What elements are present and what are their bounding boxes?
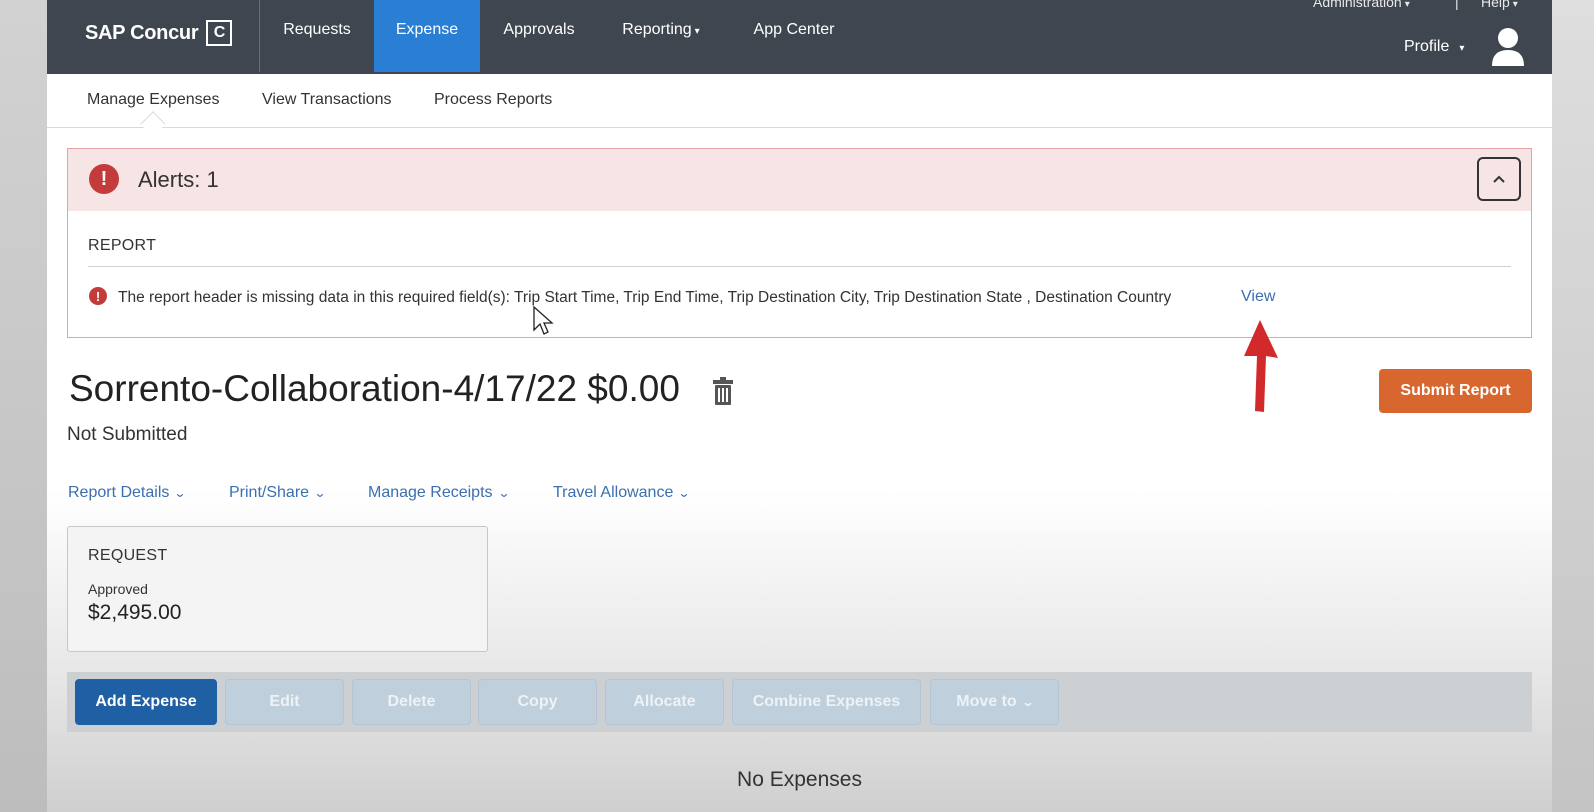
alert-section-label: REPORT bbox=[88, 237, 157, 254]
active-tab-pointer bbox=[140, 111, 166, 137]
chevron-down-icon: ⌄ bbox=[173, 486, 187, 500]
delete-button[interactable]: Delete bbox=[352, 679, 471, 725]
request-card-amount: $2,495.00 bbox=[88, 601, 182, 624]
alert-view-link[interactable]: View bbox=[1241, 288, 1275, 306]
sub-navbar: Manage Expenses View Transactions Proces… bbox=[47, 74, 1552, 137]
nav-requests[interactable]: Requests bbox=[273, 0, 361, 72]
expense-toolbar: Add Expense Edit Delete Copy Allocate Co… bbox=[67, 672, 1532, 732]
chevron-down-icon: ⌄ bbox=[1021, 695, 1035, 709]
left-background bbox=[0, 0, 47, 812]
nav-app-center-label: App Center bbox=[753, 21, 835, 38]
caret-down-icon: ▾ bbox=[1512, 0, 1518, 10]
administration-label: Administration bbox=[1313, 0, 1402, 10]
administration-menu[interactable]: Administration ▾ bbox=[1313, 0, 1410, 10]
combine-expenses-button[interactable]: Combine Expenses bbox=[732, 679, 921, 725]
alert-icon: ! bbox=[89, 164, 119, 194]
request-card-status: Approved bbox=[88, 581, 148, 597]
empty-state-message: No Expenses bbox=[737, 768, 862, 791]
move-to-button[interactable]: Move to ⌄ bbox=[930, 679, 1059, 725]
request-card[interactable]: REQUEST Approved $2,495.00 bbox=[67, 526, 488, 652]
report-details-label: Report Details bbox=[68, 484, 170, 501]
avatar-icon[interactable] bbox=[1490, 26, 1526, 68]
app-window: SAP Concur C Requests Expense Approvals … bbox=[47, 0, 1552, 812]
caret-down-icon: ▾ bbox=[1404, 0, 1410, 10]
nav-reporting[interactable]: Reporting ▾ bbox=[615, 0, 707, 72]
travel-allowance-menu[interactable]: Travel Allowance ⌄ bbox=[553, 484, 691, 502]
edit-button[interactable]: Edit bbox=[225, 679, 344, 725]
alert-title: Alerts: 1 bbox=[138, 167, 219, 192]
trash-icon[interactable] bbox=[713, 376, 733, 406]
profile-label: Profile bbox=[1404, 38, 1450, 55]
alert-panel: ! Alerts: 1 REPORT ! The report header i… bbox=[67, 148, 1532, 338]
nav-separator: | bbox=[1455, 0, 1459, 10]
copy-button[interactable]: Copy bbox=[478, 679, 597, 725]
print-share-label: Print/Share bbox=[229, 484, 310, 501]
travel-allowance-label: Travel Allowance bbox=[553, 484, 674, 501]
chevron-down-icon: ⌄ bbox=[313, 486, 327, 500]
report-status: Not Submitted bbox=[67, 424, 188, 445]
print-share-menu[interactable]: Print/Share ⌄ bbox=[229, 484, 327, 502]
submit-report-button[interactable]: Submit Report bbox=[1379, 369, 1532, 413]
subnav-process-reports[interactable]: Process Reports bbox=[434, 91, 552, 109]
nav-approvals[interactable]: Approvals bbox=[497, 0, 581, 72]
report-title: Sorrento-Collaboration-4/17/22 $0.00 bbox=[69, 368, 680, 409]
add-expense-button[interactable]: Add Expense bbox=[75, 679, 217, 725]
top-navbar: SAP Concur C Requests Expense Approvals … bbox=[47, 0, 1552, 74]
request-card-title: REQUEST bbox=[88, 547, 168, 564]
subnav-manage-expenses[interactable]: Manage Expenses bbox=[87, 91, 220, 109]
chevron-up-icon bbox=[1493, 175, 1505, 183]
chevron-down-icon: ⌄ bbox=[677, 486, 691, 500]
alert-divider bbox=[88, 266, 1511, 267]
nav-requests-label: Requests bbox=[283, 21, 351, 38]
red-arrow-annotation bbox=[1244, 320, 1278, 412]
allocate-button[interactable]: Allocate bbox=[605, 679, 724, 725]
mouse-cursor-icon bbox=[533, 306, 554, 335]
manage-receipts-menu[interactable]: Manage Receipts ⌄ bbox=[368, 484, 511, 502]
right-background bbox=[1552, 0, 1594, 812]
nav-reporting-label: Reporting bbox=[622, 21, 692, 38]
sap-concur-logo[interactable]: SAP Concur C bbox=[85, 19, 233, 47]
caret-down-icon: ▾ bbox=[694, 26, 700, 37]
alert-message: The report header is missing data in thi… bbox=[118, 289, 1172, 306]
alert-message-icon: ! bbox=[89, 287, 107, 305]
report-details-menu[interactable]: Report Details ⌄ bbox=[68, 484, 187, 502]
collapse-alerts-button[interactable] bbox=[1477, 157, 1521, 201]
nav-expense-label: Expense bbox=[395, 21, 459, 38]
nav-approvals-label: Approvals bbox=[503, 21, 575, 38]
subnav-view-transactions[interactable]: View Transactions bbox=[262, 91, 392, 109]
move-to-label: Move to bbox=[956, 693, 1017, 710]
chevron-down-icon: ⌄ bbox=[497, 486, 511, 500]
manage-receipts-label: Manage Receipts bbox=[368, 484, 493, 501]
nav-expense[interactable]: Expense bbox=[374, 0, 480, 72]
nav-app-center[interactable]: App Center bbox=[745, 0, 843, 72]
help-menu[interactable]: Help ▾ bbox=[1481, 0, 1518, 10]
caret-down-icon: ▾ bbox=[1459, 43, 1465, 54]
nav-divider bbox=[259, 0, 260, 72]
logo-mark-icon: C bbox=[206, 20, 233, 46]
help-label: Help bbox=[1481, 0, 1510, 10]
logo-text: SAP Concur bbox=[85, 21, 199, 44]
alert-header: ! Alerts: 1 bbox=[68, 149, 1531, 211]
profile-menu[interactable]: Profile ▾ bbox=[1404, 38, 1464, 56]
